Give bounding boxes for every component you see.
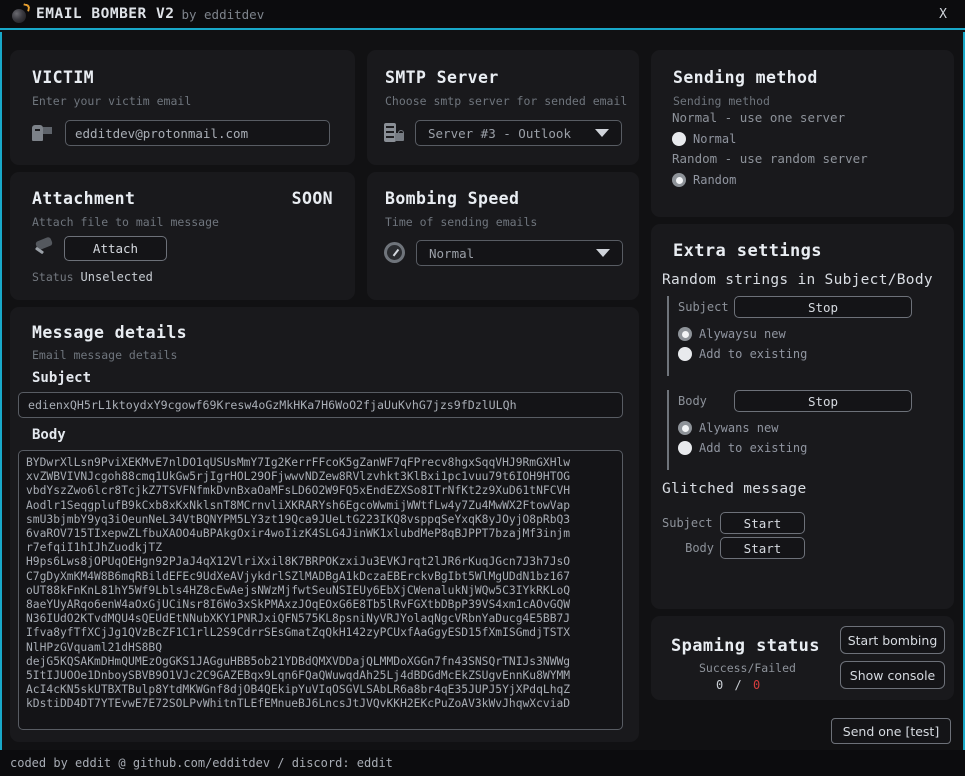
victim-title: VICTIM <box>32 68 95 87</box>
glitch-body-button[interactable]: Start <box>720 537 805 559</box>
random-subject-add-existing-option[interactable]: Add to existing <box>678 347 935 361</box>
radio-subject-add-existing-label: Add to existing <box>699 347 808 361</box>
victim-email-input[interactable] <box>65 120 330 146</box>
glitch-subject-button[interactable]: Start <box>720 512 805 534</box>
smtp-subtitle: Choose smtp server for sended email <box>385 94 628 108</box>
random-body-toggle-button[interactable]: Stop <box>734 390 912 412</box>
app-title: EMAIL BOMBER V2 <box>36 6 175 22</box>
message-details-title: Message details <box>32 323 188 342</box>
subject-field-label: Subject <box>32 370 92 386</box>
attachment-card: Attachment SOON Attach file to mail mess… <box>10 172 355 300</box>
start-bombing-button[interactable]: Start bombing <box>840 626 945 654</box>
body-textarea[interactable]: BYDwrXlLsn9PviXEKMvE7nlDO1qUSUsMmY7Ig2Ke… <box>18 450 623 730</box>
attachment-status-row: Status Unselected <box>32 270 153 284</box>
glitch-subject-row: Subject Start <box>662 512 805 534</box>
close-button[interactable]: X <box>936 7 950 22</box>
sending-method-normal-desc: Normal - use one server <box>672 110 846 125</box>
glitch-subject-label: Subject <box>662 516 713 530</box>
victim-input-row <box>32 120 330 146</box>
smtp-title: SMTP Server <box>385 68 499 87</box>
radio-subject-add-existing[interactable] <box>678 347 692 361</box>
sending-method-normal-option[interactable]: Normal <box>672 132 736 146</box>
radio-body-add-existing[interactable] <box>678 441 692 455</box>
sending-method-card: Sending method Sending method Normal - u… <box>651 50 954 217</box>
app-window: EMAIL BOMBER V2 by edditdev X VICTIM Ent… <box>0 0 965 776</box>
sending-method-subtitle: Sending method <box>673 94 770 108</box>
chevron-down-icon <box>595 129 609 137</box>
counter-separator: / <box>734 678 742 692</box>
random-body-always-new-option[interactable]: Alywans new <box>678 421 935 435</box>
random-strings-heading: Random strings in Subject/Body <box>662 272 933 288</box>
spaming-counter-label: Success/Failed <box>699 661 796 675</box>
speed-select-row: Normal <box>383 240 623 266</box>
attachment-status-label: Status <box>32 270 74 284</box>
radio-random-label: Random <box>693 173 737 187</box>
attach-button[interactable]: Attach <box>64 236 167 261</box>
radio-subject-always-new-label: Alywaysu new <box>699 327 786 341</box>
show-console-button[interactable]: Show console <box>840 661 945 689</box>
glitched-message-heading: Glitched message <box>662 481 807 497</box>
random-subject-label: Subject <box>678 300 729 314</box>
send-one-test-button[interactable]: Send one [test] <box>831 718 951 744</box>
victim-subtitle: Enter your victim email <box>32 94 192 108</box>
sending-method-random-desc: Random - use random server <box>672 151 868 166</box>
glitch-body-label: Body <box>685 541 714 555</box>
glitch-body-row: Body Start <box>662 537 805 559</box>
extra-settings-card: Extra settings Random strings in Subject… <box>651 224 954 609</box>
message-details-card: Message details Email message details Su… <box>10 307 639 742</box>
smtp-server-selected-value: Server #3 - Outlook <box>428 125 571 141</box>
mailbox-icon <box>32 124 54 142</box>
title-bar: EMAIL BOMBER V2 by edditdev X <box>0 0 965 30</box>
random-body-label: Body <box>678 394 707 408</box>
status-bar: coded by eddit @ github.com/edditdev / d… <box>0 750 965 776</box>
random-subject-group: Subject Stop Alywaysu new Add to existin… <box>667 296 935 376</box>
random-subject-always-new-option[interactable]: Alywaysu new <box>678 327 935 341</box>
failed-count: 0 <box>752 678 761 692</box>
radio-body-always-new-label: Alywans new <box>699 421 779 435</box>
bombing-speed-card: Bombing Speed Time of sending emails Nor… <box>367 172 639 300</box>
bombing-speed-select[interactable]: Normal <box>416 240 623 266</box>
random-subject-head: Subject Stop <box>678 296 935 318</box>
content-area: VICTIM Enter your victim email SMTP Serv… <box>0 32 965 744</box>
victim-card: VICTIM Enter your victim email <box>10 50 355 165</box>
radio-normal[interactable] <box>672 132 686 146</box>
success-count: 0 <box>716 678 724 692</box>
pushpin-icon <box>32 235 56 261</box>
speed-title: Bombing Speed <box>385 189 520 208</box>
radio-body-always-new[interactable] <box>678 421 692 435</box>
speed-subtitle: Time of sending emails <box>385 215 538 229</box>
attachment-button-row: Attach <box>32 235 167 261</box>
subject-input[interactable] <box>18 392 623 418</box>
smtp-server-select[interactable]: Server #3 - Outlook <box>415 120 622 146</box>
smtp-select-row: Server #3 - Outlook <box>383 120 622 146</box>
spaming-status-card: Spaming status Success/Failed 0 / 0 Star… <box>651 616 954 700</box>
bomb-icon <box>10 3 32 25</box>
random-body-head: Body Stop <box>678 390 935 412</box>
body-field-label: Body <box>32 427 66 443</box>
sending-method-title: Sending method <box>673 68 818 87</box>
random-subject-toggle-button[interactable]: Stop <box>734 296 912 318</box>
attachment-subtitle: Attach file to mail message <box>32 215 219 229</box>
radio-random[interactable] <box>672 173 686 187</box>
spaming-status-title: Spaming status <box>671 636 820 656</box>
message-details-subtitle: Email message details <box>32 348 178 362</box>
attachment-title: Attachment <box>32 189 136 208</box>
credits-text: coded by eddit @ github.com/edditdev / d… <box>10 756 393 770</box>
extra-settings-title: Extra settings <box>673 241 822 261</box>
smtp-card: SMTP Server Choose smtp server for sende… <box>367 50 639 165</box>
attachment-soon-badge: SOON <box>291 189 333 208</box>
spaming-counter-values: 0 / 0 <box>716 678 760 692</box>
chevron-down-icon <box>596 249 610 257</box>
radio-subject-always-new[interactable] <box>678 327 692 341</box>
bombing-speed-selected-value: Normal <box>429 245 475 261</box>
attachment-status-value: Unselected <box>80 270 153 284</box>
sending-method-random-option[interactable]: Random <box>672 173 736 187</box>
random-body-add-existing-option[interactable]: Add to existing <box>678 441 935 455</box>
random-body-group: Body Stop Alywans new Add to existing <box>667 390 935 470</box>
radio-body-add-existing-label: Add to existing <box>699 441 808 455</box>
server-icon <box>383 122 405 144</box>
app-byline: by edditdev <box>181 6 265 22</box>
radio-normal-label: Normal <box>693 132 737 146</box>
speedometer-icon <box>383 241 407 265</box>
